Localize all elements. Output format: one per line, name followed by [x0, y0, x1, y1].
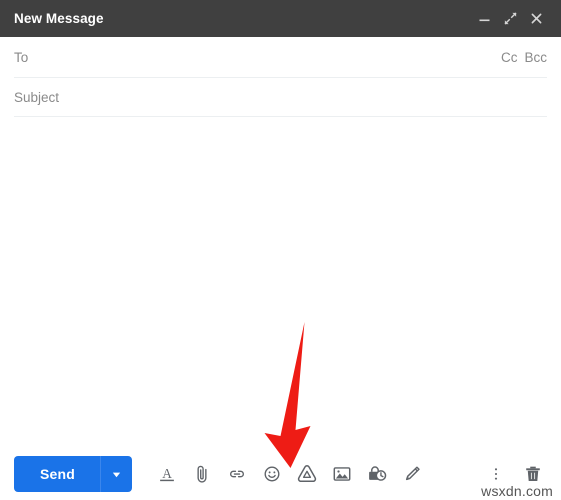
attach-file-icon — [196, 465, 207, 483]
subject-input[interactable]: Subject — [14, 90, 547, 105]
more-options-icon — [494, 468, 497, 480]
minimize-icon — [479, 19, 489, 22]
compose-toolbar: Send A — [0, 448, 561, 500]
insert-signature-button[interactable] — [395, 458, 428, 491]
minimize-button[interactable] — [471, 6, 497, 32]
attach-file-button[interactable] — [185, 458, 218, 491]
page-title: New Message — [14, 11, 104, 26]
bcc-button[interactable]: Bcc — [524, 50, 547, 65]
insert-photo-button[interactable] — [325, 458, 358, 491]
confidential-mode-button[interactable] — [360, 458, 393, 491]
insert-link-button[interactable] — [220, 458, 253, 491]
close-icon — [531, 13, 541, 24]
insert-signature-icon — [405, 466, 420, 481]
discard-draft-icon — [525, 466, 540, 481]
close-button[interactable] — [523, 6, 549, 32]
insert-emoji-icon — [264, 466, 280, 482]
watermark: wsxdn.com — [481, 483, 553, 499]
to-input[interactable]: To — [14, 50, 501, 65]
fullscreen-icon — [504, 12, 516, 25]
compose-header: New Message — [0, 0, 561, 37]
subject-field-row[interactable]: Subject — [14, 78, 547, 117]
send-button-group[interactable]: Send — [14, 456, 133, 492]
send-schedule-dropdown-button[interactable] — [100, 456, 132, 492]
insert-photo-icon — [333, 467, 350, 481]
insert-emoji-button[interactable] — [255, 458, 288, 491]
insert-link-icon — [229, 470, 244, 478]
send-button[interactable]: Send — [14, 456, 100, 492]
formatting-options-button[interactable]: A — [150, 458, 183, 491]
message-body-input[interactable] — [14, 117, 547, 448]
insert-drive-file-button[interactable] — [290, 458, 323, 491]
cc-bcc-group: Cc Bcc — [501, 50, 547, 65]
to-field-row[interactable]: To Cc Bcc — [14, 37, 547, 78]
compose-window: New Message To Cc Bcc Subject Send A wsx… — [0, 0, 561, 500]
confidential-mode-icon — [368, 466, 386, 481]
chevron-down-icon — [112, 472, 121, 477]
toolbar-icon-group: A — [150, 458, 428, 491]
cc-button[interactable]: Cc — [501, 50, 518, 65]
fullscreen-button[interactable] — [497, 6, 523, 32]
insert-drive-file-icon — [297, 465, 316, 483]
svg-text:A: A — [162, 466, 172, 481]
formatting-options-icon: A — [159, 466, 174, 482]
